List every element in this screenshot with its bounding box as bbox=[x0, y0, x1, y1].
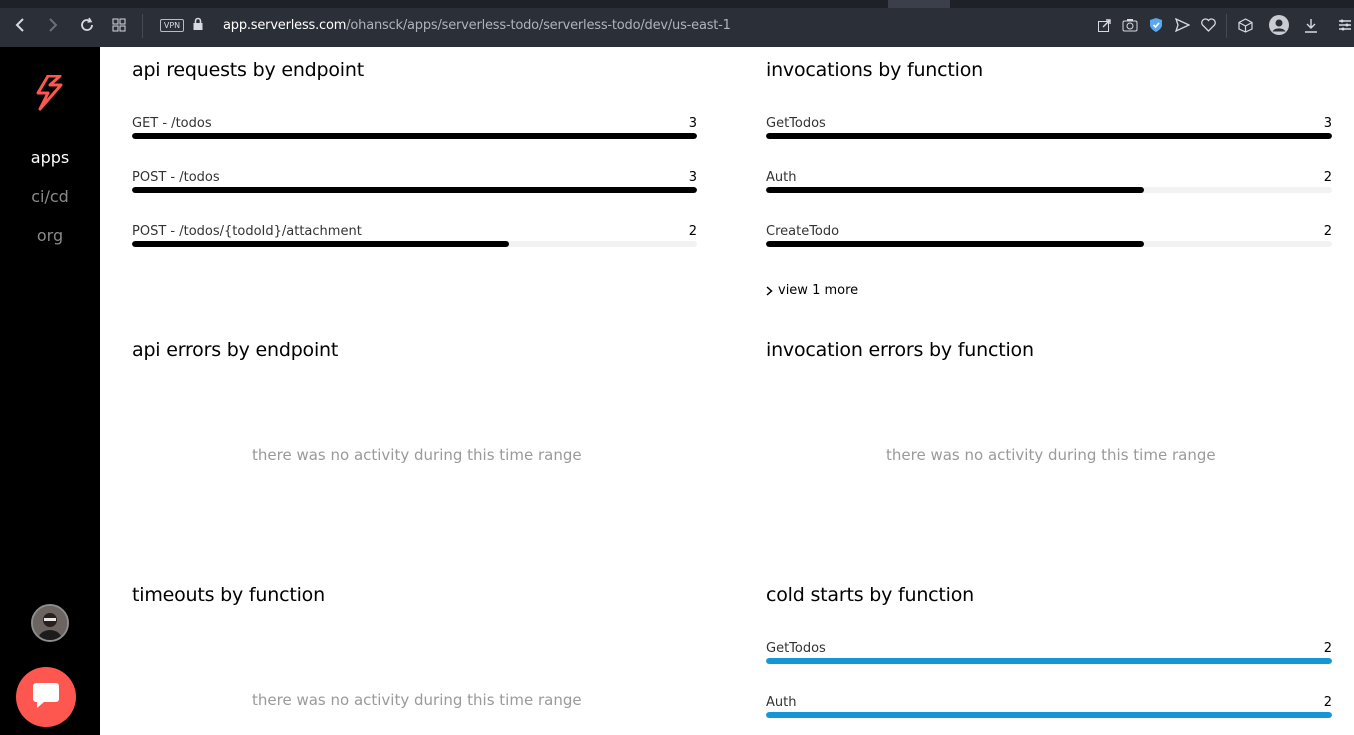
serverless-logo-icon[interactable] bbox=[34, 74, 66, 118]
empty-message: there was no activity during this time r… bbox=[886, 446, 1216, 464]
bar-fill bbox=[766, 187, 1144, 193]
api-errors-panel: api errors by endpoint there was no acti… bbox=[132, 339, 697, 539]
download-icon[interactable] bbox=[1302, 16, 1320, 34]
bar-label: CreateTodo bbox=[766, 224, 840, 239]
forward-icon[interactable] bbox=[42, 14, 64, 36]
toolbar-divider bbox=[1226, 14, 1227, 38]
invocations-panel: invocations by function GetTodos 3 Auth 2 Cr… bbox=[766, 59, 1332, 309]
camera-icon[interactable] bbox=[1121, 16, 1139, 34]
bar-fill bbox=[132, 241, 509, 247]
bar-row[interactable]: CreateTodo 2 bbox=[766, 224, 1332, 248]
panel-title: invocation errors by function bbox=[766, 339, 1034, 361]
invocation-errors-panel: invocation errors by function there was … bbox=[766, 339, 1332, 539]
lock-icon[interactable] bbox=[192, 17, 204, 36]
url-path: /ohansck/apps/serverless-todo/serverless… bbox=[346, 18, 731, 33]
bar-track bbox=[766, 658, 1332, 664]
api-requests-panel: api requests by endpoint GET - /todos 3 PO… bbox=[132, 59, 697, 269]
avatar[interactable] bbox=[31, 604, 69, 642]
bar-value: 3 bbox=[688, 116, 697, 131]
bar-row[interactable]: GetTodos 2 bbox=[766, 641, 1332, 665]
chevron-right-icon bbox=[766, 285, 773, 296]
view-more-label: view 1 more bbox=[778, 283, 859, 298]
bar-value: 3 bbox=[688, 170, 697, 185]
bar-row[interactable]: GetTodos 3 bbox=[766, 116, 1332, 140]
panel-title: cold starts by function bbox=[766, 584, 974, 606]
empty-message: there was no activity during this time r… bbox=[252, 446, 582, 464]
tab-strip bbox=[0, 0, 1354, 8]
profile-icon[interactable] bbox=[1268, 14, 1290, 36]
cube-icon[interactable] bbox=[1236, 16, 1254, 34]
address-bar[interactable]: app.serverless.com/ohansck/apps/serverle… bbox=[223, 18, 731, 33]
chat-icon bbox=[31, 680, 61, 715]
bar-label: Auth bbox=[766, 170, 797, 185]
send-icon[interactable] bbox=[1173, 16, 1191, 34]
heart-icon[interactable] bbox=[1199, 16, 1217, 34]
url-host: app.serverless.com bbox=[223, 18, 347, 33]
bar-fill bbox=[766, 133, 1332, 139]
empty-message: there was no activity during this time r… bbox=[252, 691, 582, 709]
bar-label: Auth bbox=[766, 695, 797, 710]
reload-icon[interactable] bbox=[76, 14, 98, 36]
bar-fill bbox=[766, 658, 1332, 664]
sidebar-item-org[interactable]: org bbox=[0, 226, 100, 245]
vpn-badge[interactable]: VPN bbox=[160, 19, 184, 32]
bar-label: GET - /todos bbox=[132, 116, 212, 131]
panel-title: timeouts by function bbox=[132, 584, 325, 606]
panel-title: api requests by endpoint bbox=[132, 59, 364, 81]
bar-value: 2 bbox=[1323, 170, 1332, 185]
view-more-link[interactable]: view 1 more bbox=[766, 283, 858, 298]
bar-value: 2 bbox=[1323, 641, 1332, 656]
active-tab[interactable] bbox=[888, 0, 950, 8]
chat-button[interactable] bbox=[16, 667, 76, 727]
toolbar-divider bbox=[142, 14, 143, 38]
bar-fill bbox=[766, 241, 1144, 247]
bar-track bbox=[766, 712, 1332, 718]
panel-title: api errors by endpoint bbox=[132, 339, 339, 361]
bar-label: GetTodos bbox=[766, 116, 826, 131]
cold-starts-panel: cold starts by function GetTodos 2 Auth 2 bbox=[766, 584, 1332, 735]
bar-row[interactable]: Auth 2 bbox=[766, 170, 1332, 194]
bar-row[interactable]: Auth 2 bbox=[766, 695, 1332, 719]
share-icon[interactable] bbox=[1095, 16, 1113, 34]
bar-value: 2 bbox=[1323, 224, 1332, 239]
bar-row[interactable]: GET - /todos 3 bbox=[132, 116, 697, 140]
bar-label: POST - /todos bbox=[132, 170, 220, 185]
sidebar: apps ci/cd org bbox=[0, 47, 100, 735]
bar-fill bbox=[766, 712, 1332, 718]
menu-icon[interactable] bbox=[1336, 16, 1354, 34]
bar-track bbox=[132, 241, 697, 247]
sidebar-item-cicd[interactable]: ci/cd bbox=[0, 187, 100, 206]
bar-track bbox=[132, 187, 697, 193]
grid-icon[interactable] bbox=[108, 14, 130, 36]
bar-value: 2 bbox=[688, 224, 697, 239]
timeouts-panel: timeouts by function there was no activi… bbox=[132, 584, 697, 735]
browser-toolbar: VPN app.serverless.com/ohansck/apps/serv… bbox=[0, 0, 1354, 47]
bar-row[interactable]: POST - /todos 3 bbox=[132, 170, 697, 194]
panel-title: invocations by function bbox=[766, 59, 983, 81]
bar-fill bbox=[132, 133, 697, 139]
bar-fill bbox=[132, 187, 697, 193]
shield-icon[interactable] bbox=[1147, 16, 1165, 34]
bar-row[interactable]: POST - /todos/{todoId}/attachment 2 bbox=[132, 224, 697, 248]
bar-track bbox=[766, 241, 1332, 247]
bar-track bbox=[766, 133, 1332, 139]
bar-value: 3 bbox=[1323, 116, 1332, 131]
bar-label: POST - /todos/{todoId}/attachment bbox=[132, 224, 362, 239]
bar-track bbox=[132, 133, 697, 139]
bar-label: GetTodos bbox=[766, 641, 826, 656]
back-icon[interactable] bbox=[9, 14, 31, 36]
bar-value: 2 bbox=[1323, 695, 1332, 710]
sidebar-item-apps[interactable]: apps bbox=[0, 148, 100, 167]
bar-track bbox=[766, 187, 1332, 193]
